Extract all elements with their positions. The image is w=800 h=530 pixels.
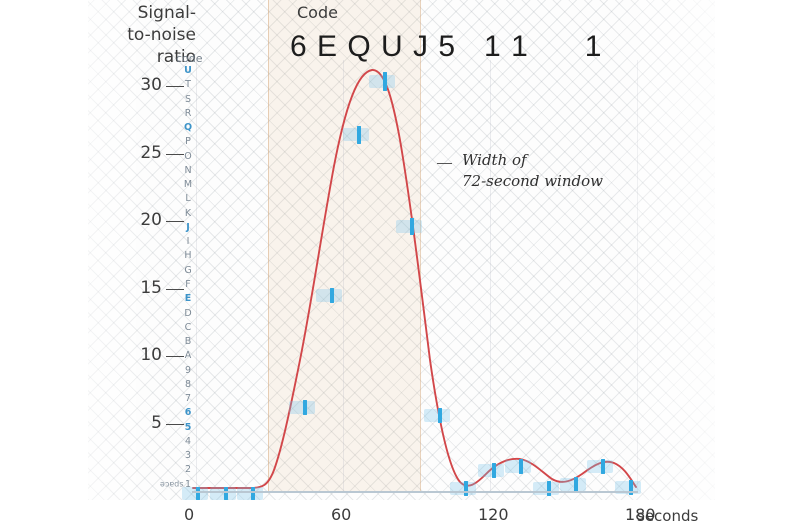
code-ladder-letter-Q: Q [183, 122, 193, 134]
data-point-glow-8 [424, 408, 450, 422]
y-axis-title-line-1: Signal- [137, 3, 196, 23]
code-ladder-letter-B: B [184, 336, 192, 348]
data-point-marker-2 [251, 487, 255, 500]
code-ladder-letter-N: N [184, 164, 192, 176]
data-point-glow-13 [560, 477, 586, 491]
data-point-marker-14 [601, 459, 605, 474]
data-point-glow-5 [343, 128, 369, 141]
data-point-marker-15 [629, 480, 633, 495]
window-annotation: Width of 72-second window [462, 150, 642, 192]
code-ladder-letter-O: O [184, 150, 192, 162]
y-tick-20: 20 [140, 210, 162, 230]
code-ladder-letter-6: 6 [184, 407, 192, 419]
code-ladder-letter-K: K [184, 207, 192, 219]
data-point-glow-2 [237, 486, 263, 500]
data-point-glow-11 [505, 459, 531, 473]
code-letter-ladder: UTSRQPONMLKJIHGFEDCBA987654321 [180, 66, 206, 494]
data-point-glow-10 [478, 463, 504, 477]
y-tick-15: 15 [140, 277, 162, 298]
x-tick-120: 120 [478, 505, 509, 524]
window-annotation-line-2: 72-second window [462, 172, 603, 190]
y-tick-10: 10 [140, 345, 162, 365]
data-point-marker-6 [383, 72, 387, 91]
code-ladder-letter-5: 5 [184, 421, 192, 433]
code-ladder-letter-M: M [183, 179, 193, 191]
code-ladder-letter-I: I [186, 236, 190, 248]
code-ladder-letter-A: A [184, 350, 192, 362]
code-ladder-letter-R: R [184, 107, 192, 119]
y-tick-5: 5 [151, 412, 162, 433]
window-annotation-line-1: Width of [462, 151, 527, 169]
code-ladder-letter-G: G [184, 264, 192, 276]
chart-container: Signal- to-noise ratio code Code 6 E Q U… [0, 0, 800, 530]
data-point-marker-13 [574, 477, 578, 492]
data-point-glow-6 [369, 74, 395, 88]
data-point-glow-0 [182, 486, 208, 500]
code-ladder-letter-7: 7 [184, 393, 192, 405]
code-ladder-letter-4: 4 [184, 435, 192, 447]
data-point-marker-8 [438, 408, 442, 423]
data-point-marker-1 [224, 487, 228, 500]
data-point-marker-3 [303, 400, 307, 415]
code-ladder-letter-C: C [184, 321, 192, 333]
code-ladder-letter-L: L [185, 193, 191, 205]
space-axis-label: space [160, 480, 184, 489]
data-point-glow-14 [587, 459, 613, 473]
code-ladder-letter-D: D [184, 307, 192, 319]
data-point-marker-5 [357, 126, 361, 144]
code-ladder-letter-S: S [184, 93, 192, 105]
data-point-marker-0 [196, 487, 200, 500]
code-sequence-display: 6 E Q U J 5 1 1 1 [290, 30, 603, 63]
code-ladder-letter-P: P [185, 136, 191, 148]
code-ladder-letter-T: T [185, 79, 191, 91]
data-point-glow-3 [289, 400, 315, 414]
data-point-marker-4 [330, 288, 334, 303]
code-ladder-letter-3: 3 [184, 450, 192, 462]
code-ladder-letter-9: 9 [184, 364, 192, 376]
data-point-glow-1 [210, 486, 236, 500]
y-axis-title-line-2: to-noise [127, 25, 196, 45]
x-axis-unit-label: seconds [637, 507, 699, 525]
x-tick-60: 60 [331, 505, 352, 524]
code-ladder-letter-2: 2 [184, 464, 192, 476]
code-ladder-letter-J: J [186, 221, 190, 233]
code-ladder-letter-8: 8 [184, 378, 192, 390]
data-point-glow-4 [316, 288, 342, 302]
annotation-leader-line [437, 163, 452, 165]
x-tick-0: 0 [184, 505, 195, 524]
chart-title: Code [297, 3, 338, 22]
data-point-marker-10 [492, 463, 496, 478]
data-point-marker-12 [547, 481, 551, 496]
code-ladder-letter-E: E [184, 293, 192, 305]
data-point-glow-7 [396, 219, 422, 233]
y-tick-25: 25 [140, 142, 162, 163]
data-point-marker-7 [410, 218, 414, 235]
data-point-marker-9 [464, 481, 468, 496]
x-axis-line [192, 491, 638, 493]
y-tick-30: 30 [140, 75, 162, 95]
code-ladder-letter-F: F [185, 279, 191, 290]
code-column-label: code [176, 52, 203, 65]
data-point-marker-11 [519, 459, 523, 474]
code-ladder-letter-H: H [184, 250, 192, 262]
code-ladder-letter-U: U [184, 65, 192, 76]
